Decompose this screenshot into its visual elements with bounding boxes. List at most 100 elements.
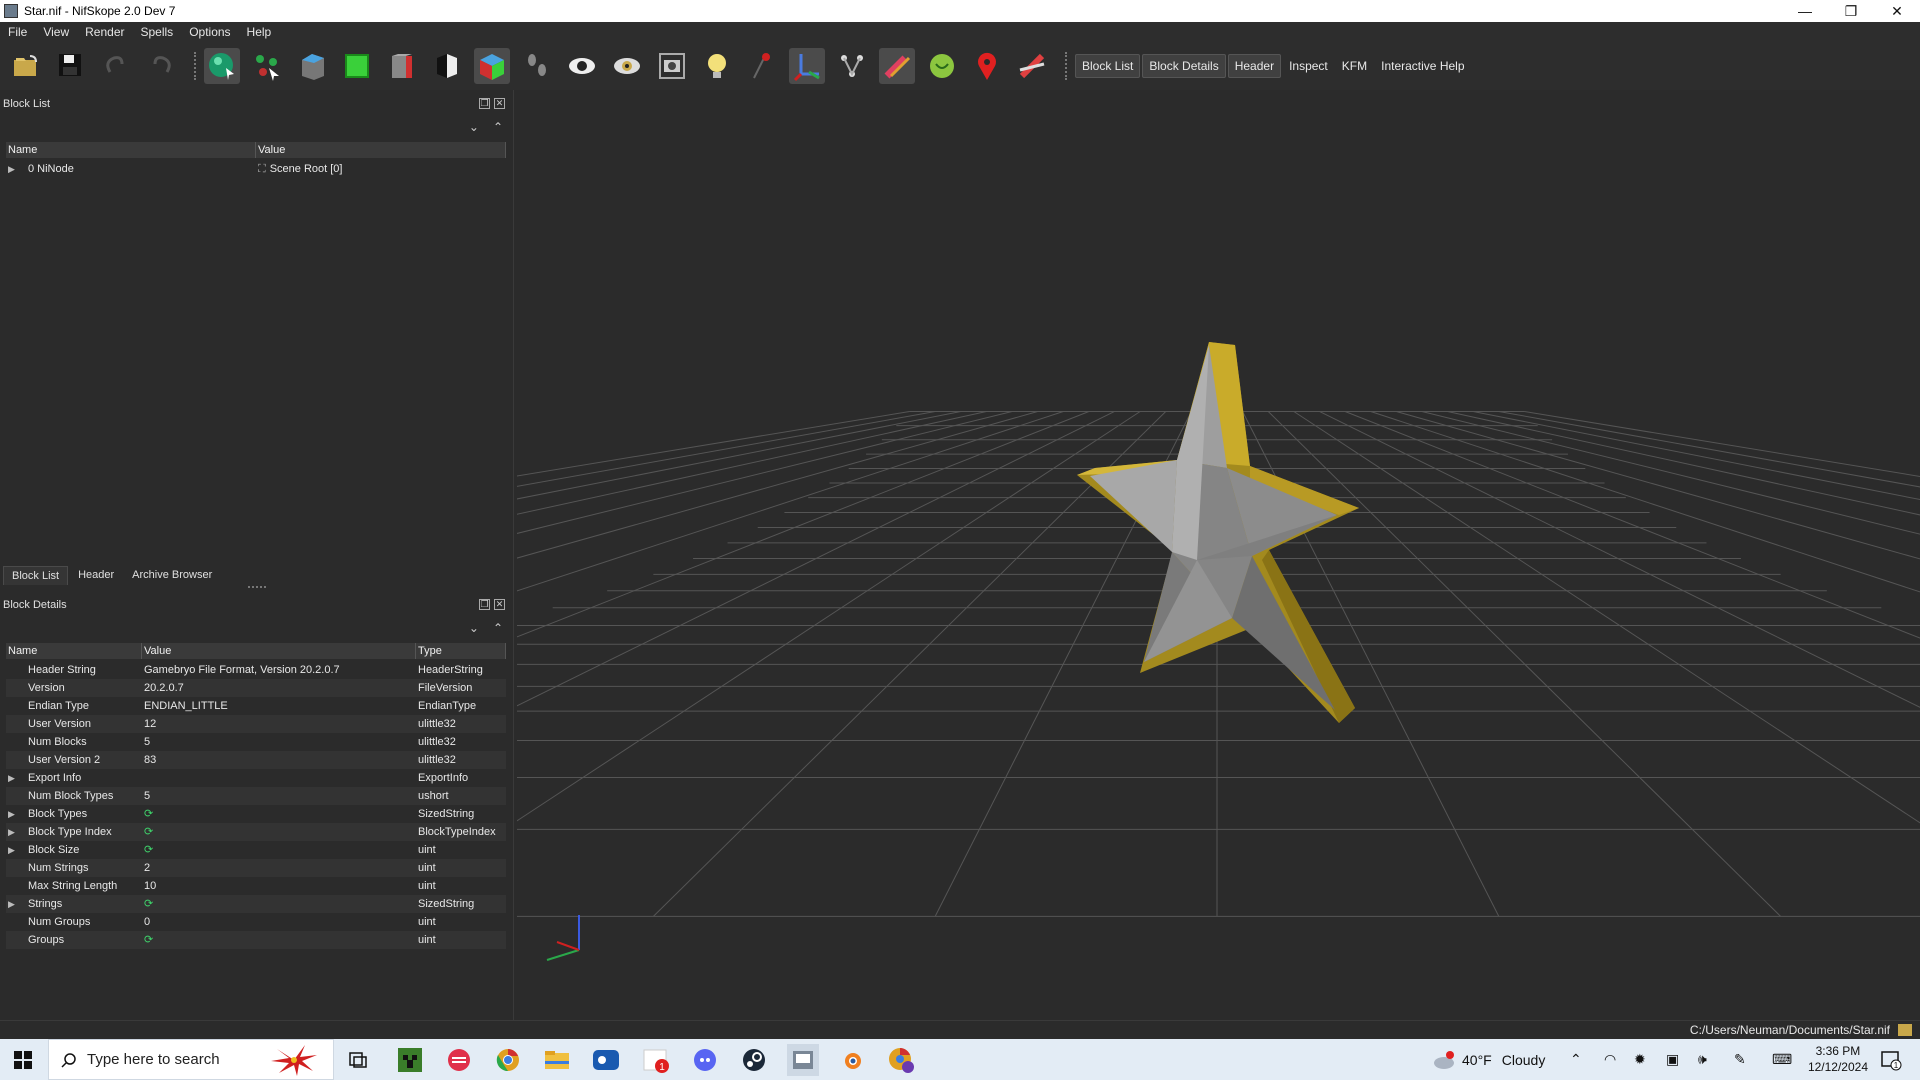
menu-spells[interactable]: Spells	[133, 25, 182, 39]
weather-widget[interactable]: 40°F Cloudy	[1432, 1039, 1545, 1080]
menu-help[interactable]: Help	[239, 25, 280, 39]
menu-options[interactable]: Options	[181, 25, 238, 39]
table-row[interactable]: User Version 2 83 ulittle32	[6, 751, 506, 769]
wifi-icon[interactable]: ◠	[1604, 1039, 1616, 1080]
taskbar-search-box[interactable]: Type here to search	[48, 1039, 334, 1080]
show-constraints-icon[interactable]	[879, 48, 915, 84]
render-viewport[interactable]	[517, 90, 1920, 1020]
field-value[interactable]: Gamebryo File Format, Version 20.2.0.7	[144, 664, 340, 676]
expand-arrow-icon[interactable]: ▶	[8, 160, 18, 178]
view-side-icon[interactable]	[384, 48, 420, 84]
system-clock[interactable]: 3:36 PM 12/12/2024	[1808, 1043, 1868, 1075]
show-havok-icon[interactable]	[924, 48, 960, 84]
field-value[interactable]: ENDIAN_LITTLE	[144, 700, 228, 712]
collapse-all-icon[interactable]: ⌃	[493, 621, 503, 635]
file-explorer-icon[interactable]	[541, 1044, 573, 1076]
table-row[interactable]: ▶ Block Types ⟳ SizedString	[6, 805, 506, 823]
table-row[interactable]: Header String Gamebryo File Format, Versi…	[6, 661, 506, 679]
show-axes-icon[interactable]	[744, 48, 780, 84]
show-markers-icon[interactable]	[969, 48, 1005, 84]
brightness-icon[interactable]: ✹	[1634, 1039, 1646, 1080]
field-value[interactable]: 12	[144, 718, 156, 730]
table-row[interactable]: ▶ Strings ⟳ SizedString	[6, 895, 506, 913]
chrome-icon[interactable]	[492, 1044, 524, 1076]
walk-mode-icon[interactable]	[519, 48, 555, 84]
array-update-icon[interactable]: ⟳	[144, 934, 153, 946]
table-row[interactable]: ▶ Block Size ⟳ uint	[6, 841, 506, 859]
view-perspective-icon[interactable]	[474, 48, 510, 84]
column-header-name[interactable]: Name	[6, 142, 256, 158]
toggle-kfm[interactable]: KFM	[1336, 55, 1373, 77]
table-row[interactable]: Version 20.2.0.7 FileVersion	[6, 679, 506, 697]
array-update-icon[interactable]: ⟳	[144, 844, 153, 856]
menu-render[interactable]: Render	[77, 25, 132, 39]
maximize-button[interactable]: ❐	[1828, 0, 1874, 22]
expand-arrow-icon[interactable]: ▶	[8, 769, 18, 787]
expand-arrow-icon[interactable]: ▶	[8, 805, 18, 823]
close-button[interactable]: ✕	[1874, 0, 1920, 22]
table-row[interactable]: Num Groups 0 uint	[6, 913, 506, 931]
discord-icon[interactable]	[689, 1044, 721, 1076]
view-flip-icon[interactable]	[429, 48, 465, 84]
show-grid-icon[interactable]	[789, 48, 825, 84]
do-vertex-colors-icon[interactable]	[1014, 48, 1050, 84]
windows-start-icon[interactable]	[0, 1039, 46, 1080]
select-vertex-icon[interactable]	[249, 48, 285, 84]
device-icon[interactable]: ▣	[1666, 1039, 1679, 1080]
chrome-profile-icon[interactable]	[885, 1044, 917, 1076]
block-list-row[interactable]: ▶ 0 NiNode ⛶ Scene Root [0]	[6, 160, 506, 178]
load-icon[interactable]	[8, 48, 44, 84]
tab-header[interactable]: Header	[70, 566, 122, 585]
steam-icon[interactable]	[738, 1044, 770, 1076]
table-row[interactable]: ▶ Export Info ExportInfo	[6, 769, 506, 787]
minecraft-icon[interactable]	[394, 1044, 426, 1076]
field-value[interactable]: 10	[144, 880, 156, 892]
field-value[interactable]: 0	[144, 916, 150, 928]
table-row[interactable]: Num Blocks 5 ulittle32	[6, 733, 506, 751]
nifskope-icon[interactable]	[787, 1044, 819, 1076]
menu-file[interactable]: File	[0, 25, 35, 39]
table-row[interactable]: Max String Length 10 uint	[6, 877, 506, 895]
expand-all-icon[interactable]: ⌄	[469, 621, 479, 635]
table-row[interactable]: Num Strings 2 uint	[6, 859, 506, 877]
array-update-icon[interactable]: ⟳	[144, 808, 153, 820]
show-hidden-icon[interactable]	[564, 48, 600, 84]
column-header-name[interactable]: Name	[6, 643, 142, 659]
redo-icon[interactable]	[143, 48, 179, 84]
field-value[interactable]: 83	[144, 754, 156, 766]
table-row[interactable]: Endian Type ENDIAN_LITTLE EndianType	[6, 697, 506, 715]
field-value[interactable]: 2	[144, 862, 150, 874]
show-hidden-icons-chevron-icon[interactable]: ⌃	[1570, 1039, 1582, 1080]
column-header-type[interactable]: Type	[416, 643, 506, 659]
app-red-icon[interactable]	[443, 1044, 475, 1076]
save-icon[interactable]	[53, 48, 89, 84]
toggle-interactive-help[interactable]: Interactive Help	[1375, 55, 1470, 77]
app-badge-icon[interactable]: 1	[640, 1044, 672, 1076]
blender-icon[interactable]	[836, 1044, 868, 1076]
close-dock-icon[interactable]: ✕	[494, 98, 505, 109]
tab-archive-browser[interactable]: Archive Browser	[124, 566, 220, 585]
close-dock-icon[interactable]: ✕	[494, 599, 505, 610]
pen-icon[interactable]: ✎	[1734, 1039, 1746, 1080]
task-view-icon[interactable]	[342, 1044, 374, 1076]
float-dock-icon[interactable]: ❐	[479, 599, 490, 610]
field-value[interactable]: 20.2.0.7	[144, 682, 184, 694]
select-object-icon[interactable]	[204, 48, 240, 84]
expand-arrow-icon[interactable]: ▶	[8, 895, 18, 913]
show-nodes-icon[interactable]	[609, 48, 645, 84]
lighting-icon[interactable]	[699, 48, 735, 84]
table-row[interactable]: Groups ⟳ uint	[6, 931, 506, 949]
app-blue-icon[interactable]	[590, 1044, 622, 1076]
column-header-value[interactable]: Value	[256, 142, 506, 158]
view-top-icon[interactable]	[294, 48, 330, 84]
collapse-all-icon[interactable]: ⌃	[493, 120, 503, 134]
expand-all-icon[interactable]: ⌄	[469, 120, 479, 134]
tab-block-list[interactable]: Block List	[3, 566, 69, 585]
minimize-button[interactable]: —	[1782, 0, 1828, 22]
undo-icon[interactable]	[98, 48, 134, 84]
table-row[interactable]: User Version 12 ulittle32	[6, 715, 506, 733]
toggle-inspect[interactable]: Inspect	[1283, 55, 1334, 77]
float-dock-icon[interactable]: ❐	[479, 98, 490, 109]
keyboard-icon[interactable]: ⌨	[1772, 1039, 1792, 1080]
field-value[interactable]: 5	[144, 736, 150, 748]
